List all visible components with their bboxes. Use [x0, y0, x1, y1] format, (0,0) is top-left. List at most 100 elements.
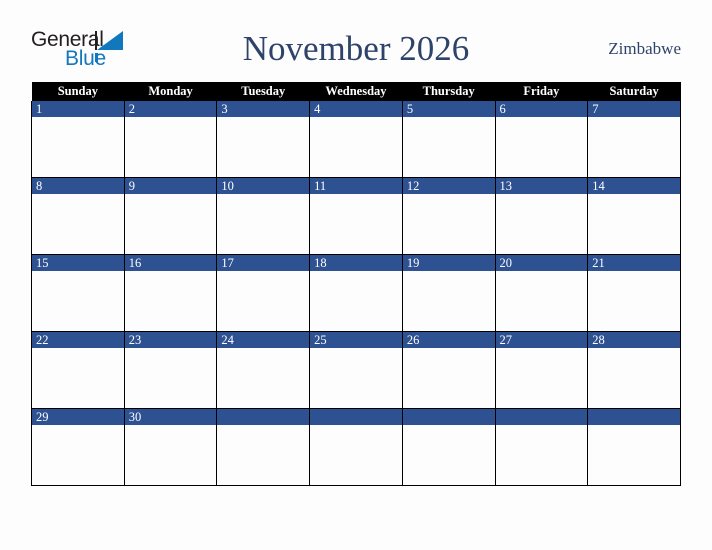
day-number: 16 [124, 255, 217, 271]
day-events-area[interactable] [588, 117, 680, 177]
calendar-day-cell[interactable]: 6 [494, 101, 589, 178]
calendar-day-cell-empty[interactable] [401, 408, 496, 486]
calendar-day-cell[interactable]: 1 [31, 101, 125, 178]
calendar-day-cell[interactable]: 26 [401, 331, 496, 409]
calendar-day-cell[interactable]: 15 [31, 254, 125, 332]
day-events-area[interactable] [402, 271, 495, 331]
day-events-area[interactable] [495, 194, 588, 254]
calendar-day-cell[interactable]: 4 [309, 101, 403, 178]
day-events-area[interactable] [310, 271, 402, 331]
day-events-area[interactable] [124, 425, 217, 485]
day-events-area[interactable] [588, 348, 680, 408]
day-number: 14 [588, 178, 680, 194]
day-events-area[interactable] [495, 348, 588, 408]
day-number: 30 [124, 409, 217, 425]
day-number: 23 [124, 332, 217, 348]
day-number: 17 [217, 255, 310, 271]
day-events-area[interactable] [402, 194, 495, 254]
calendar-day-cell[interactable]: 28 [587, 331, 681, 409]
calendar-day-cell[interactable]: 5 [401, 101, 496, 178]
day-number: 4 [310, 101, 402, 117]
calendar-day-cell-empty[interactable] [494, 408, 589, 486]
calendar-grid: Sunday Monday Tuesday Wednesday Thursday… [31, 82, 681, 486]
weekday-header-wednesday: Wednesday [309, 82, 403, 101]
calendar-week-row: 22 23 24 25 26 27 28 [31, 331, 681, 409]
day-events-area[interactable] [217, 271, 310, 331]
day-events-area[interactable] [588, 271, 680, 331]
calendar-day-cell[interactable]: 18 [309, 254, 403, 332]
day-events-area[interactable] [217, 348, 310, 408]
day-events-area[interactable] [495, 117, 588, 177]
calendar-day-cell[interactable]: 3 [216, 101, 311, 178]
weekday-header-saturday: Saturday [587, 82, 681, 101]
day-events-area[interactable] [217, 425, 310, 485]
day-number: 9 [124, 178, 217, 194]
calendar-day-cell[interactable]: 8 [31, 177, 125, 255]
calendar-day-cell-empty[interactable] [216, 408, 311, 486]
calendar-day-cell[interactable]: 24 [216, 331, 311, 409]
weekday-header-tuesday: Tuesday [216, 82, 310, 101]
calendar-day-cell[interactable]: 7 [587, 101, 681, 178]
calendar-day-cell[interactable]: 29 [31, 408, 125, 486]
calendar-day-cell[interactable]: 22 [31, 331, 125, 409]
calendar-day-cell[interactable]: 12 [401, 177, 496, 255]
calendar-day-cell[interactable]: 19 [401, 254, 496, 332]
calendar-day-cell[interactable]: 2 [123, 101, 218, 178]
day-number: 20 [495, 255, 588, 271]
day-events-area[interactable] [402, 425, 495, 485]
day-number: 6 [495, 101, 588, 117]
calendar-day-cell[interactable]: 21 [587, 254, 681, 332]
calendar-day-cell[interactable]: 10 [216, 177, 311, 255]
calendar-day-cell[interactable]: 25 [309, 331, 403, 409]
day-number: 22 [32, 332, 124, 348]
day-events-area[interactable] [32, 271, 124, 331]
day-events-area[interactable] [495, 425, 588, 485]
day-events-area[interactable] [32, 194, 124, 254]
day-events-area[interactable] [32, 117, 124, 177]
day-events-area[interactable] [310, 117, 402, 177]
day-events-area[interactable] [124, 117, 217, 177]
day-number: 21 [588, 255, 680, 271]
day-number: 24 [217, 332, 310, 348]
calendar-week-row: 15 16 17 18 19 20 21 [31, 254, 681, 332]
calendar-day-cell[interactable]: 17 [216, 254, 311, 332]
weekday-header-row: Sunday Monday Tuesday Wednesday Thursday… [31, 82, 681, 101]
calendar-week-row: 8 9 10 11 12 13 14 [31, 177, 681, 255]
day-events-area[interactable] [310, 194, 402, 254]
day-events-area[interactable] [217, 117, 310, 177]
day-number: 26 [402, 332, 495, 348]
day-events-area[interactable] [588, 425, 680, 485]
day-number: 25 [310, 332, 402, 348]
day-number: 8 [32, 178, 124, 194]
day-events-area[interactable] [32, 348, 124, 408]
calendar-day-cell[interactable]: 16 [123, 254, 218, 332]
day-number: 28 [588, 332, 680, 348]
day-number [402, 409, 495, 425]
day-events-area[interactable] [310, 425, 402, 485]
calendar-day-cell[interactable]: 11 [309, 177, 403, 255]
calendar-day-cell[interactable]: 13 [494, 177, 589, 255]
day-number: 10 [217, 178, 310, 194]
calendar-day-cell[interactable]: 14 [587, 177, 681, 255]
calendar-day-cell-empty[interactable] [587, 408, 681, 486]
calendar-day-cell-empty[interactable] [309, 408, 403, 486]
day-number: 19 [402, 255, 495, 271]
day-events-area[interactable] [124, 271, 217, 331]
calendar-day-cell[interactable]: 20 [494, 254, 589, 332]
calendar-day-cell[interactable]: 27 [494, 331, 589, 409]
day-events-area[interactable] [124, 348, 217, 408]
calendar-day-cell[interactable]: 9 [123, 177, 218, 255]
day-number: 12 [402, 178, 495, 194]
day-events-area[interactable] [402, 348, 495, 408]
day-events-area[interactable] [217, 194, 310, 254]
calendar-page: General Blue November 2026 Zimbabwe Sund… [0, 0, 712, 550]
day-events-area[interactable] [588, 194, 680, 254]
day-events-area[interactable] [495, 271, 588, 331]
calendar-day-cell[interactable]: 30 [123, 408, 218, 486]
day-events-area[interactable] [402, 117, 495, 177]
day-events-area[interactable] [32, 425, 124, 485]
weekday-header-monday: Monday [124, 82, 217, 101]
calendar-day-cell[interactable]: 23 [123, 331, 218, 409]
day-events-area[interactable] [124, 194, 217, 254]
day-events-area[interactable] [310, 348, 402, 408]
